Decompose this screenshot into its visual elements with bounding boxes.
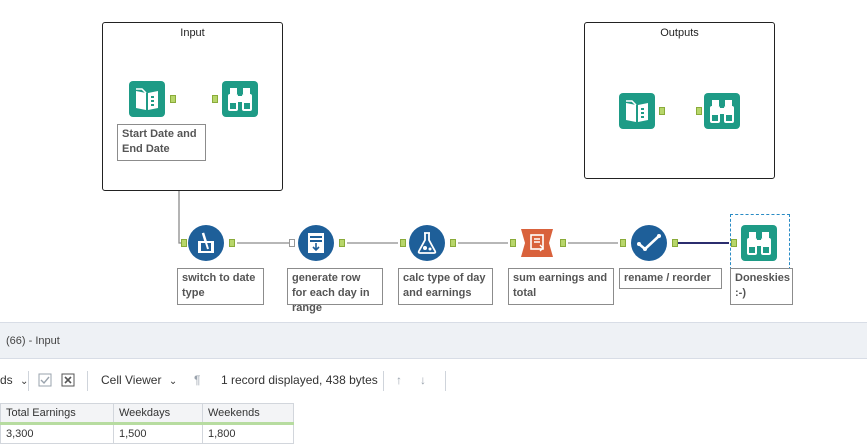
annotation-calc-type: calc type of day and earnings <box>398 268 493 305</box>
summarize-icon[interactable] <box>519 225 555 261</box>
fields-dropdown[interactable]: ds ⌄ <box>0 373 28 387</box>
results-toolbar: ds ⌄ Cell Viewer ⌄ ¶ 1 record displayed,… <box>0 369 867 393</box>
output-anchor[interactable] <box>170 95 176 103</box>
results-title: (66) - Input <box>6 335 60 347</box>
table-row[interactable]: 3,300 1,500 1,800 <box>0 423 294 444</box>
fields-label: ds <box>0 373 13 387</box>
arrow-down-icon[interactable]: ↓ <box>420 373 426 387</box>
input-anchor[interactable] <box>620 239 626 247</box>
formula-flask-icon[interactable] <box>409 225 445 261</box>
arrow-up-icon[interactable]: ↑ <box>396 373 402 387</box>
input-anchor[interactable] <box>696 107 702 115</box>
input-anchor[interactable] <box>181 239 187 247</box>
annotation-start-end: Start Date and End Date <box>117 124 206 161</box>
text-input-book-icon[interactable] <box>129 81 165 117</box>
input-anchor[interactable] <box>212 95 218 103</box>
input-container-title: Input <box>180 27 205 39</box>
column-header[interactable]: Weekdays <box>113 403 203 425</box>
table-cell[interactable]: 3,300 <box>0 423 114 444</box>
toolbar-divider <box>28 371 29 391</box>
pilcrow-icon[interactable]: ¶ <box>194 373 200 387</box>
table-cell[interactable]: 1,800 <box>202 423 294 444</box>
checkbox-icon[interactable] <box>38 373 52 390</box>
browse-binoculars-icon[interactable] <box>704 93 740 129</box>
cell-viewer-dropdown[interactable]: Cell Viewer ⌄ <box>101 373 177 387</box>
column-header[interactable]: Weekends <box>202 403 294 425</box>
toolbar-divider <box>383 371 384 391</box>
generate-rows-icon[interactable] <box>298 225 334 261</box>
close-icon[interactable] <box>61 373 75 390</box>
output-anchor[interactable] <box>560 239 566 247</box>
browse-binoculars-icon[interactable] <box>741 225 777 261</box>
cell-viewer-label: Cell Viewer <box>101 373 162 387</box>
table-cell[interactable]: 1,500 <box>113 423 203 444</box>
record-status: 1 record displayed, 438 bytes <box>221 373 378 387</box>
annotation-sum-earnings: sum earnings and total <box>508 268 614 305</box>
output-anchor[interactable] <box>672 239 678 247</box>
output-anchor[interactable] <box>339 239 345 247</box>
select-tool-icon[interactable] <box>188 225 224 261</box>
input-anchor[interactable] <box>400 239 406 247</box>
column-header[interactable]: Total Earnings <box>0 403 114 425</box>
chevron-down-icon: ⌄ <box>168 376 178 387</box>
workflow-canvas[interactable]: Input Outputs Start Date and End Date sw… <box>0 0 867 322</box>
input-anchor[interactable] <box>510 239 516 247</box>
annotation-rename: rename / reorder <box>619 268 722 289</box>
annotation-doneskies: Doneskies :-) <box>730 268 793 305</box>
select-check-icon[interactable] <box>631 225 667 261</box>
input-anchor[interactable] <box>289 239 295 247</box>
results-header: (66) - Input <box>0 323 867 359</box>
input-anchor[interactable] <box>731 239 737 247</box>
outputs-container-title: Outputs <box>660 27 699 39</box>
toolbar-divider <box>445 371 446 391</box>
annotation-generate-rows: generate row for each day in range <box>287 268 383 314</box>
output-anchor[interactable] <box>229 239 235 247</box>
outputs-container[interactable]: Outputs <box>584 22 775 179</box>
grid-header-row: Total Earnings Weekdays Weekends <box>0 403 294 425</box>
output-anchor[interactable] <box>659 107 665 115</box>
toolbar-divider <box>87 371 88 391</box>
annotation-switch-date: switch to date type <box>177 268 264 305</box>
output-anchor[interactable] <box>450 239 456 247</box>
results-panel: (66) - Input ds ⌄ Cell Viewer ⌄ ¶ 1 reco… <box>0 322 867 446</box>
browse-binoculars-icon[interactable] <box>222 81 258 117</box>
results-grid[interactable]: Total Earnings Weekdays Weekends 3,300 1… <box>0 403 294 444</box>
text-input-book-icon[interactable] <box>619 93 655 129</box>
